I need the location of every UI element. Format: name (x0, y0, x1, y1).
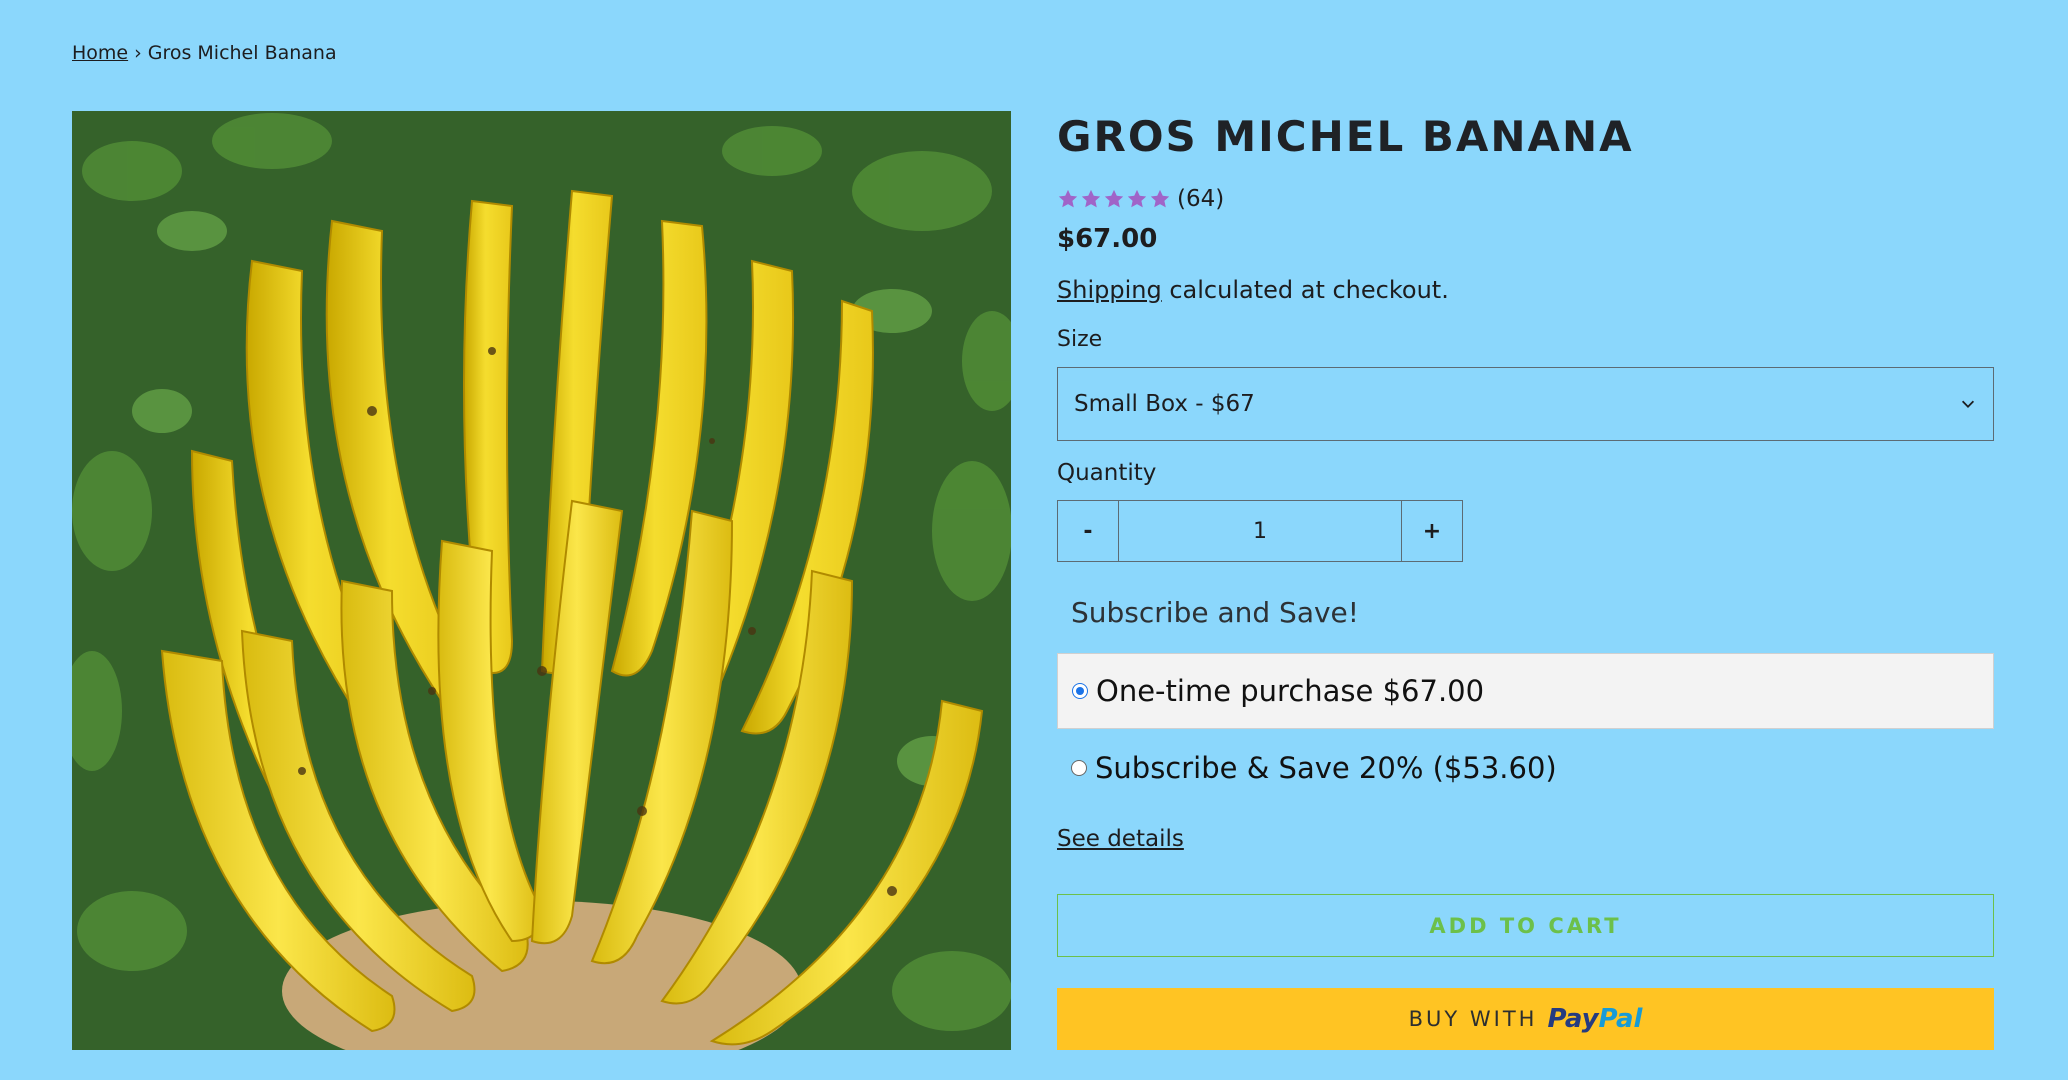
paypal-logo-pal: Pal (1598, 1004, 1643, 1034)
shipping-text: calculated at checkout. (1169, 276, 1449, 304)
subscribe-label: Subscribe & Save 20% ($53.60) (1095, 751, 1557, 785)
review-count: (64) (1177, 186, 1225, 212)
shipping-note: Shipping calculated at checkout. (1057, 276, 1449, 304)
add-to-cart-button[interactable]: ADD TO CART (1057, 894, 1994, 957)
size-select[interactable]: Small Box - $67 (1057, 367, 1994, 441)
see-details-link[interactable]: See details (1057, 826, 1184, 852)
size-label: Size (1057, 327, 1103, 352)
quantity-increase-button[interactable]: + (1402, 501, 1462, 561)
product-rating[interactable]: (64) (1057, 186, 1224, 212)
product-price: $67.00 (1057, 224, 1158, 254)
breadcrumb-home-link[interactable]: Home (72, 42, 128, 64)
chevron-down-icon (1961, 400, 1975, 408)
product-title: GROS MICHEL BANANA (1057, 112, 1634, 161)
subscribe-radio[interactable] (1071, 760, 1087, 776)
one-time-radio[interactable] (1072, 683, 1088, 699)
banana-photo (72, 111, 1011, 1050)
subscribe-save-option[interactable]: Subscribe & Save 20% ($53.60) (1057, 730, 1994, 806)
paypal-logo-pay: Pay (1547, 1004, 1599, 1034)
one-time-purchase-option[interactable]: One-time purchase $67.00 (1057, 653, 1994, 729)
breadcrumb: Home › Gros Michel Banana (72, 42, 337, 64)
breadcrumb-current: Gros Michel Banana (147, 42, 337, 64)
subscribe-title: Subscribe and Save! (1071, 596, 1359, 629)
breadcrumb-separator: › (134, 42, 142, 64)
quantity-label: Quantity (1057, 460, 1157, 486)
quantity-decrease-button[interactable]: - (1058, 501, 1118, 561)
star-icon (1058, 189, 1078, 208)
paypal-button[interactable]: BUY WITH Pay Pal (1057, 988, 1994, 1050)
rating-stars (1057, 188, 1171, 210)
star-icon (1150, 189, 1170, 208)
one-time-label: One-time purchase $67.00 (1096, 674, 1485, 708)
size-selected-value: Small Box - $67 (1074, 391, 1255, 417)
shipping-link[interactable]: Shipping (1057, 276, 1162, 304)
product-image[interactable] (72, 111, 1011, 1050)
quantity-input[interactable]: 1 (1118, 501, 1402, 561)
star-icon (1081, 189, 1101, 208)
star-icon (1104, 189, 1124, 208)
quantity-stepper: - 1 + (1057, 500, 1463, 562)
star-icon (1127, 189, 1147, 208)
paypal-prefix: BUY WITH (1408, 1007, 1538, 1031)
